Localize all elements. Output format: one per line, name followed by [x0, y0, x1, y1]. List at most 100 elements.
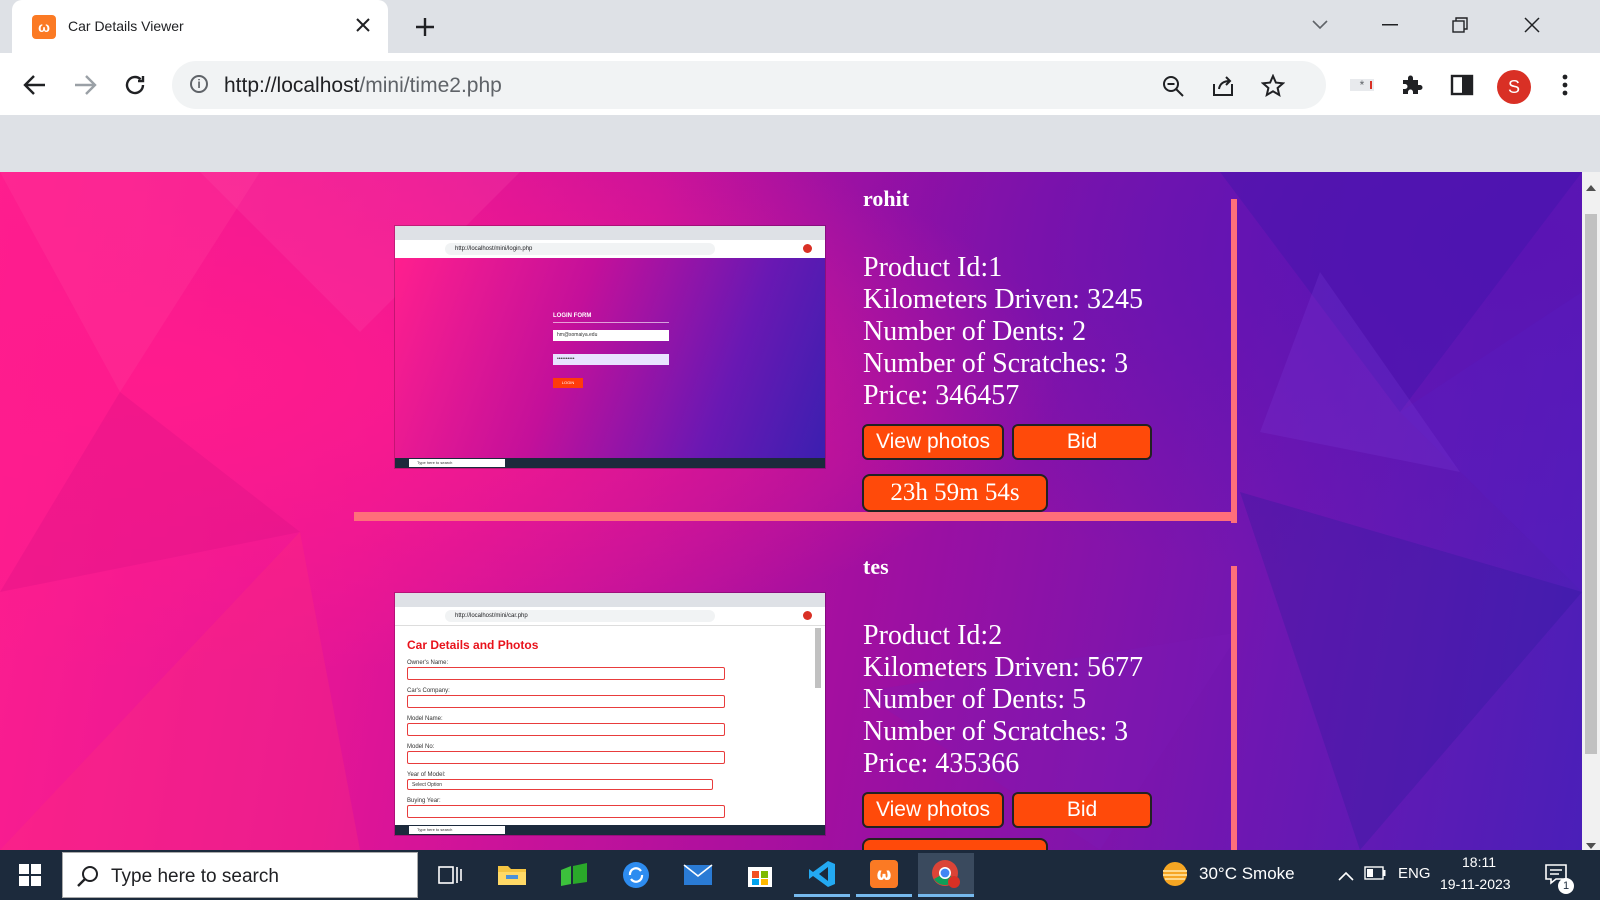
thumb-field-input	[407, 723, 725, 736]
svg-text:ω: ω	[877, 865, 892, 885]
xampp-icon[interactable]: ω	[856, 853, 912, 897]
address-bar[interactable]: i http://localhost/mini/time2.php	[172, 61, 1326, 109]
taskbar-search-box[interactable]: Type here to search	[62, 852, 418, 898]
task-view-icon[interactable]	[422, 853, 478, 897]
taskbar-search-placeholder: Type here to search	[111, 866, 279, 887]
thumb-divider	[553, 322, 669, 323]
windows-taskbar: Type here to search ω 30°C Smoke ENG 18:…	[0, 850, 1600, 900]
card-border-bottom	[354, 512, 1237, 521]
taskbar-search-icon	[77, 865, 99, 892]
thumb-field-input	[407, 695, 725, 708]
url-text[interactable]: http://localhost/mini/time2.php	[224, 74, 502, 98]
kilometers-driven: Kilometers Driven: 3245	[863, 284, 1143, 315]
car-photo-thumbnail[interactable]: http://localhost/mini/login.php LOGIN FO…	[395, 226, 825, 468]
bookmark-star-icon[interactable]	[1260, 73, 1286, 99]
view-photos-button[interactable]: View photos	[862, 424, 1004, 460]
thumb-taskbar: Type here to search	[395, 825, 825, 835]
thumb-field-input	[407, 805, 725, 818]
price: Price: 346457	[863, 380, 1020, 411]
sync-app-icon[interactable]	[608, 853, 664, 897]
chrome-icon[interactable]	[918, 853, 974, 897]
extension-badge-icon[interactable]: *	[1347, 70, 1377, 100]
thumb-tabstrip	[395, 593, 825, 607]
restore-icon[interactable]	[1440, 10, 1480, 40]
thumb-password-field: ••••••••••	[553, 354, 669, 365]
auction-timer	[862, 838, 1048, 850]
tab-search-chevron-icon[interactable]	[1300, 10, 1340, 40]
side-panel-icon[interactable]	[1447, 70, 1477, 100]
tab-close-icon[interactable]	[350, 12, 376, 38]
page-content: http://localhost/mini/login.php LOGIN FO…	[0, 172, 1582, 850]
thumb-field-input	[407, 667, 725, 680]
bid-button[interactable]: Bid	[1012, 792, 1152, 828]
car-listing-card: http://localhost/mini/car.php Car Detail…	[354, 540, 1237, 850]
close-window-icon[interactable]	[1512, 10, 1552, 40]
bid-button[interactable]: Bid	[1012, 424, 1152, 460]
vscode-icon[interactable]	[794, 853, 850, 897]
thumb-toolbar: http://localhost/mini/car.php	[395, 607, 825, 626]
share-icon[interactable]	[1210, 73, 1236, 99]
thumb-page: LOGIN FORM hm@somaiya.edu •••••••••• LOG…	[395, 258, 825, 458]
thumb-field-label: Model No:	[407, 744, 435, 750]
thumb-tabstrip	[395, 226, 825, 240]
weather-icon[interactable]	[1160, 860, 1190, 893]
mail-icon[interactable]	[670, 853, 726, 897]
forward-arrow-icon[interactable]	[68, 68, 102, 102]
listing-info: rohit Product Id:1 Kilometers Driven: 32…	[863, 186, 1143, 412]
extensions-puzzle-icon[interactable]	[1397, 70, 1427, 100]
number-of-scratches: Number of Scratches: 3	[863, 348, 1129, 379]
number-of-dents: Number of Dents: 2	[863, 316, 1087, 347]
owner-name: rohit	[863, 186, 910, 211]
thumb-scrollbar	[815, 628, 821, 688]
thumb-field-label: Buying Year:	[407, 798, 441, 804]
tab-title: Car Details Viewer	[68, 18, 184, 34]
weather-text[interactable]: 30°C Smoke	[1199, 864, 1295, 884]
thumb-login-button: LOGIN	[553, 378, 583, 388]
tab-car-details[interactable]: ω Car Details Viewer	[12, 0, 388, 53]
owner-name: tes	[863, 554, 889, 579]
windows-start-icon[interactable]	[2, 853, 58, 897]
thumb-select: Select Option	[407, 779, 713, 790]
thumb-url: http://localhost/mini/car.php	[445, 610, 715, 622]
xampp-favicon-icon: ω	[32, 15, 56, 39]
zoom-icon[interactable]	[1160, 73, 1186, 99]
clock-time[interactable]: 18:11	[1462, 854, 1496, 870]
battery-icon[interactable]	[1364, 866, 1386, 885]
notification-count-badge: 1	[1558, 878, 1574, 894]
minimize-icon[interactable]	[1370, 10, 1410, 40]
new-tab-icon[interactable]	[410, 12, 440, 42]
toolbar-spacer	[0, 115, 1600, 172]
menu-kebab-icon[interactable]	[1550, 70, 1580, 100]
site-info-icon[interactable]: i	[190, 75, 208, 93]
thumb-field-label: Model Name:	[407, 716, 443, 722]
svg-text:*: *	[1360, 78, 1365, 92]
tray-chevron-up-icon[interactable]	[1338, 868, 1354, 886]
file-explorer-icon[interactable]	[484, 853, 540, 897]
thumb-form: Owner's Name: Car's Company: Model Name:…	[407, 660, 725, 818]
clock-date[interactable]: 19-11-2023	[1440, 876, 1511, 892]
thumb-field-input	[407, 751, 725, 764]
reload-icon[interactable]	[118, 68, 152, 102]
scroll-up-arrow-icon[interactable]	[1586, 178, 1596, 196]
page-scrollbar[interactable]	[1582, 172, 1600, 850]
thumb-toolbar: http://localhost/mini/login.php	[395, 240, 825, 258]
car-photo-thumbnail[interactable]: http://localhost/mini/car.php Car Detail…	[395, 593, 825, 835]
thumb-field-label: Owner's Name:	[407, 660, 449, 666]
number-of-scratches: Number of Scratches: 3	[863, 716, 1129, 747]
card-border-right	[1231, 566, 1237, 850]
sheets-app-icon[interactable]	[546, 853, 602, 897]
view-photos-button[interactable]: View photos	[862, 792, 1004, 828]
product-id: Product Id:1	[863, 252, 1003, 283]
profile-avatar[interactable]: S	[1497, 70, 1531, 104]
browser-toolbar: i http://localhost/mini/time2.php * S	[0, 53, 1600, 115]
listing-info: tes Product Id:2 Kilometers Driven: 5677…	[863, 554, 1143, 780]
store-icon[interactable]	[732, 853, 788, 897]
tab-strip: ω Car Details Viewer	[0, 0, 1600, 53]
back-arrow-icon[interactable]	[18, 68, 52, 102]
thumb-avatar	[803, 611, 812, 620]
thumb-field-label: Car's Company:	[407, 688, 450, 694]
language-indicator[interactable]: ENG	[1398, 865, 1431, 882]
thumb-taskbar-search: Type here to search	[409, 459, 505, 467]
thumb-url: http://localhost/mini/login.php	[445, 243, 715, 255]
scroll-thumb[interactable]	[1585, 214, 1597, 754]
